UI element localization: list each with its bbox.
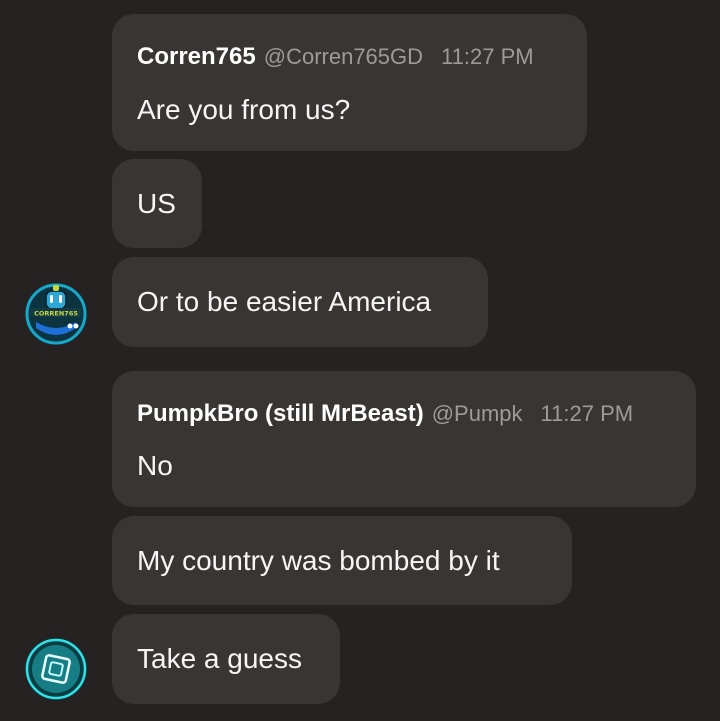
message-header: Corren765 @Corren765GD 11:27 PM [137,43,562,77]
timestamp: 11:27 PM [441,44,534,69]
message-text: Or to be easier America [137,286,432,317]
message-header: PumpkBro (still MrBeast) @Pumpk 11:27 PM [137,400,671,434]
message-bubble[interactable]: US [112,159,202,248]
message-bubble[interactable]: PumpkBro (still MrBeast) @Pumpk 11:27 PM… [112,371,696,507]
message-bubble[interactable]: My country was bombed by it [112,516,572,605]
message-text: Are you from us? [137,94,351,125]
avatar-text: CORREN765 [34,310,78,318]
user-handle: @Pumpk [431,401,523,426]
message-bubble[interactable]: Corren765 @Corren765GD 11:27 PM Are you … [112,14,587,151]
message-text: My country was bombed by it [137,545,500,576]
user-handle: @Corren765GD [263,44,424,69]
message-bubble[interactable]: Or to be easier America [112,257,488,347]
message-text: US [137,188,176,219]
timestamp: 11:27 PM [540,401,634,426]
message-text: Take a guess [137,643,302,674]
cyan-block-avatar-icon[interactable] [24,637,88,701]
username[interactable]: Corren765 [137,43,256,71]
username[interactable]: PumpkBro (still MrBeast) [137,400,424,428]
message-bubble[interactable]: Take a guess [112,614,340,704]
message-text: No [137,450,173,481]
corren765-avatar-icon[interactable]: CORREN765 [24,282,88,346]
chat-conversation: Corren765 @Corren765GD 11:27 PM Are you … [0,0,720,721]
